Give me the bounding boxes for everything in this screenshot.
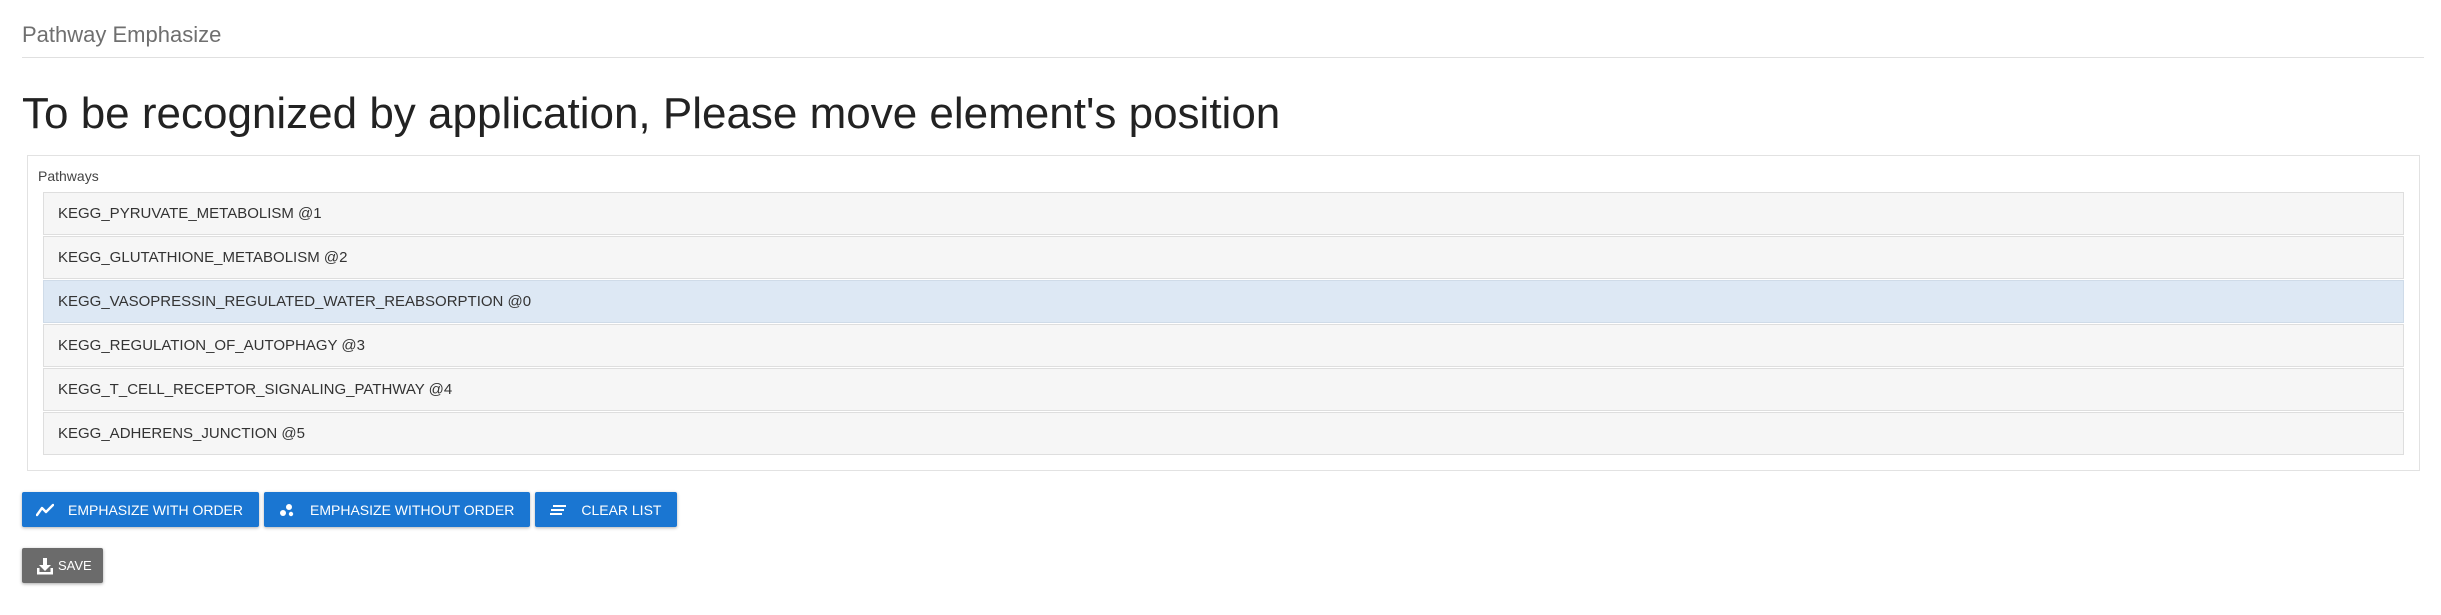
pathways-label: Pathways	[38, 168, 99, 184]
emphasize-without-order-button[interactable]: EMPHASIZE WITHOUT ORDER	[264, 492, 531, 527]
section-header: Pathway Emphasize	[22, 18, 2424, 58]
page: Pathway Emphasize To be recognized by ap…	[0, 0, 2441, 615]
pathway-item[interactable]: KEGG_VASOPRESSIN_REGULATED_WATER_REABSOR…	[43, 280, 2404, 323]
save-button[interactable]: SAVE	[22, 548, 103, 583]
clear-list-button[interactable]: CLEAR LIST	[535, 492, 678, 527]
clear-list-label: CLEAR LIST	[581, 501, 662, 518]
pathway-item[interactable]: KEGG_T_CELL_RECEPTOR_SIGNALING_PATHWAY @…	[43, 368, 2404, 411]
clear-lines-icon	[549, 501, 567, 519]
download-icon	[36, 557, 54, 575]
save-label: SAVE	[58, 558, 92, 573]
pathways-panel: Pathways KEGG_PYRUVATE_METABOLISM @1 KEG…	[27, 155, 2420, 471]
pathway-list: KEGG_PYRUVATE_METABOLISM @1 KEGG_GLUTATH…	[43, 192, 2404, 456]
emphasize-with-order-button[interactable]: EMPHASIZE WITH ORDER	[22, 492, 260, 527]
pathway-item[interactable]: KEGG_PYRUVATE_METABOLISM @1	[43, 192, 2404, 235]
trending-line-icon	[36, 501, 54, 519]
action-button-row: EMPHASIZE WITH ORDER EMPHASIZE WITHOUT O…	[22, 492, 678, 527]
scatter-dots-icon	[278, 501, 296, 519]
pathway-item[interactable]: KEGG_GLUTATHIONE_METABOLISM @2	[43, 236, 2404, 279]
page-heading: To be recognized by application, Please …	[22, 89, 1281, 138]
pathway-item[interactable]: KEGG_ADHERENS_JUNCTION @5	[43, 412, 2404, 455]
section-title: Pathway Emphasize	[22, 22, 222, 47]
pathway-item[interactable]: KEGG_REGULATION_OF_AUTOPHAGY @3	[43, 324, 2404, 367]
emphasize-without-order-label: EMPHASIZE WITHOUT ORDER	[310, 501, 515, 518]
emphasize-with-order-label: EMPHASIZE WITH ORDER	[68, 501, 244, 518]
